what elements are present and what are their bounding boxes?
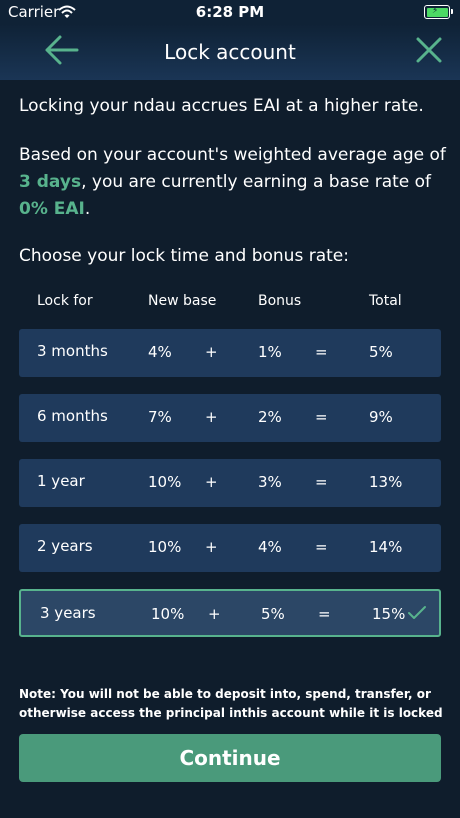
- lock-option-row-selected[interactable]: 3 years 10% + 5% = 15%: [19, 589, 441, 637]
- row-lock-for: 1 year: [37, 472, 85, 490]
- row-equals: =: [315, 538, 328, 556]
- lock-note: Note: You will not be able to deposit in…: [19, 687, 443, 720]
- header-lock-for: Lock for: [37, 293, 93, 309]
- rate-table-header: Lock for New base Bonus Total: [19, 290, 441, 314]
- row-lock-for: 3 years: [40, 604, 96, 622]
- base-rate-value: 0% EAI: [19, 199, 85, 219]
- intro-text: Locking your ndau accrues EAI at a highe…: [19, 96, 424, 116]
- row-total: 14%: [369, 538, 403, 556]
- row-new-base: 10%: [148, 473, 182, 491]
- rate-info-text: Based on your account's weighted average…: [19, 142, 449, 223]
- status-bar: Carrier 6:28 PM ⚡: [0, 0, 460, 24]
- row-total: 5%: [369, 343, 393, 361]
- status-time: 6:28 PM: [195, 3, 265, 21]
- lock-option-row[interactable]: 1 year 10% + 3% = 13%: [19, 459, 441, 507]
- nav-bar: Lock account: [0, 24, 460, 80]
- row-plus: +: [205, 538, 218, 556]
- lock-option-row[interactable]: 2 years 10% + 4% = 14%: [19, 524, 441, 572]
- row-plus: +: [205, 408, 218, 426]
- row-bonus: 3%: [258, 473, 282, 491]
- row-plus: +: [208, 605, 221, 623]
- row-new-base: 7%: [148, 408, 172, 426]
- page-title: Lock account: [164, 40, 296, 64]
- row-new-base: 10%: [148, 538, 182, 556]
- row-bonus: 4%: [258, 538, 282, 556]
- lock-option-row[interactable]: 3 months 4% + 1% = 5%: [19, 329, 441, 377]
- row-bonus: 1%: [258, 343, 282, 361]
- row-equals: =: [315, 473, 328, 491]
- row-total: 13%: [369, 473, 403, 491]
- row-new-base: 10%: [151, 605, 185, 623]
- row-lock-for: 3 months: [37, 342, 108, 360]
- row-bonus: 2%: [258, 408, 282, 426]
- row-lock-for: 2 years: [37, 537, 93, 555]
- row-equals: =: [318, 605, 331, 623]
- rate-info-prefix: Based on your account's weighted average…: [19, 145, 446, 165]
- header-new-base: New base: [148, 293, 217, 309]
- row-plus: +: [205, 473, 218, 491]
- row-plus: +: [205, 343, 218, 361]
- choose-lock-label: Choose your lock time and bonus rate:: [19, 246, 349, 266]
- row-new-base: 4%: [148, 343, 172, 361]
- row-total: 9%: [369, 408, 393, 426]
- row-equals: =: [315, 408, 328, 426]
- row-lock-for: 6 months: [37, 407, 108, 425]
- continue-button[interactable]: Continue: [19, 734, 441, 782]
- account-age-value: 3 days: [19, 172, 82, 192]
- close-icon[interactable]: [414, 32, 444, 68]
- row-equals: =: [315, 343, 328, 361]
- row-total: 15%: [372, 605, 406, 623]
- checkmark-icon: [407, 605, 427, 621]
- header-total: Total: [369, 293, 402, 309]
- rate-info-middle: , you are currently earning a base rate …: [81, 172, 432, 192]
- lock-option-row[interactable]: 6 months 7% + 2% = 9%: [19, 394, 441, 442]
- header-bonus: Bonus: [258, 293, 302, 309]
- row-bonus: 5%: [261, 605, 285, 623]
- battery-icon: ⚡: [424, 5, 453, 19]
- rate-info-suffix: .: [84, 199, 91, 219]
